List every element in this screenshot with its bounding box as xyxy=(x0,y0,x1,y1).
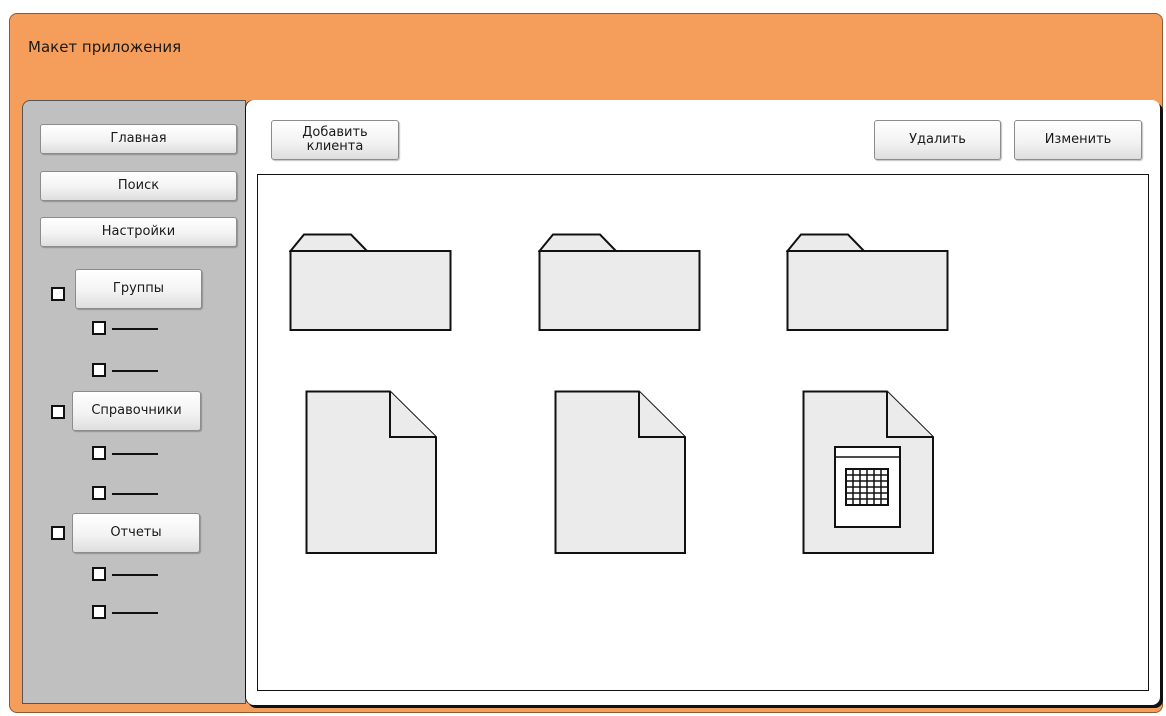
tree-child-placeholder xyxy=(112,453,158,455)
tree-child-checkbox[interactable] xyxy=(92,363,106,377)
edit-button[interactable]: Изменить xyxy=(1014,120,1142,160)
tree-child-placeholder xyxy=(112,574,158,576)
tree-button-reports[interactable]: Отчеты xyxy=(72,513,200,553)
tree-child-checkbox[interactable] xyxy=(92,605,106,619)
nav-button-search[interactable]: Поиск xyxy=(40,171,237,201)
tree-button-references[interactable]: Справочники xyxy=(72,391,201,431)
delete-button[interactable]: Удалить xyxy=(874,120,1001,160)
folder-icon[interactable] xyxy=(538,233,702,332)
tree-checkbox-references[interactable] xyxy=(51,405,65,419)
folder-icon[interactable] xyxy=(289,233,453,332)
tree-child-placeholder xyxy=(112,370,158,372)
nav-button-home[interactable]: Главная xyxy=(40,124,237,154)
tree-child-placeholder xyxy=(112,328,158,330)
app-title: Макет приложения xyxy=(28,38,182,56)
spreadsheet-document-icon[interactable] xyxy=(802,390,935,555)
tree-child-checkbox[interactable] xyxy=(92,321,106,335)
tree-child-placeholder xyxy=(112,493,158,495)
document-icon[interactable] xyxy=(305,390,438,555)
tree-child-checkbox[interactable] xyxy=(92,486,106,500)
folder-icon[interactable] xyxy=(786,233,950,332)
tree-checkbox-groups[interactable] xyxy=(51,287,65,301)
tree-child-checkbox[interactable] xyxy=(92,567,106,581)
tree-child-placeholder xyxy=(112,612,158,614)
tree-checkbox-reports[interactable] xyxy=(51,526,65,540)
add-client-button[interactable]: Добавить клиента xyxy=(271,120,399,160)
tree-child-checkbox[interactable] xyxy=(92,446,106,460)
document-icon[interactable] xyxy=(554,390,687,555)
nav-button-settings[interactable]: Настройки xyxy=(40,217,237,247)
tree-button-groups[interactable]: Группы xyxy=(75,269,202,309)
